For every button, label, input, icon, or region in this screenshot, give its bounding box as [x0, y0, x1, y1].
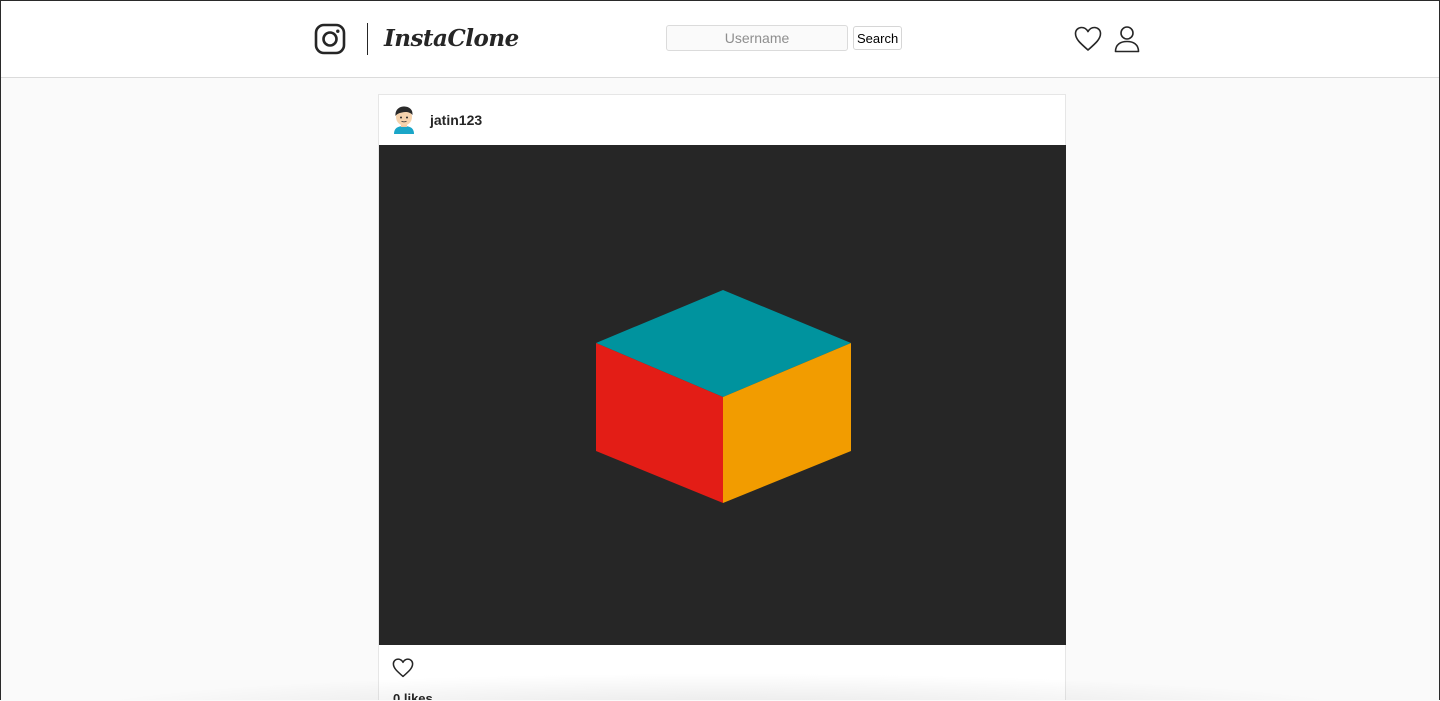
search-input[interactable] — [666, 25, 848, 51]
brand[interactable]: InstaClone — [314, 21, 519, 57]
post-card: jatin123 0 likes — [378, 94, 1066, 700]
nav-icons — [1074, 25, 1140, 53]
user-outline-icon[interactable] — [1114, 25, 1140, 53]
cartoon-avatar-icon[interactable] — [390, 104, 418, 136]
top-navbar: InstaClone Search — [1, 1, 1439, 78]
post-image[interactable] — [379, 145, 1066, 645]
like-heart-icon[interactable] — [392, 658, 414, 678]
post-header: jatin123 — [379, 95, 1065, 145]
post-author-username[interactable]: jatin123 — [430, 112, 482, 128]
heart-outline-icon[interactable] — [1074, 26, 1102, 52]
isometric-cube-image — [596, 290, 851, 503]
browser-viewport: InstaClone Search — [0, 0, 1440, 700]
post-actions — [379, 645, 1065, 691]
brand-divider — [367, 23, 368, 55]
search-bar: Search — [666, 25, 903, 51]
brand-name[interactable]: InstaClone — [384, 27, 519, 50]
likes-count: 0 likes — [393, 691, 433, 700]
search-button[interactable]: Search — [853, 26, 903, 50]
instagram-camera-icon[interactable] — [314, 23, 346, 55]
